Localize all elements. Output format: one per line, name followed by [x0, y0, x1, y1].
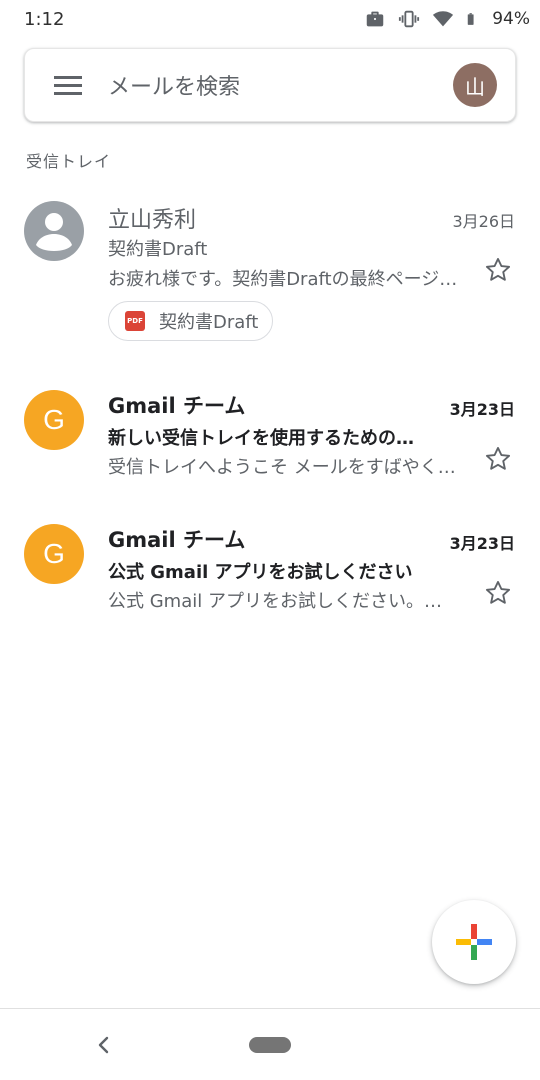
menu-button[interactable]: [45, 62, 91, 108]
inbox-section-label: 受信トレイ: [26, 152, 112, 171]
email-snippet: 公式 Gmail アプリをお試しください。…: [108, 591, 442, 612]
wifi-icon: [433, 11, 454, 27]
avatar-letter: G: [43, 538, 65, 569]
status-icons: 94%: [364, 8, 530, 30]
email-date: 3月23日: [449, 400, 515, 419]
email-date: 3月23日: [449, 534, 515, 553]
home-pill[interactable]: [249, 1037, 291, 1053]
email-sender: 立山秀利: [108, 208, 197, 233]
compose-plus-icon: [456, 924, 492, 960]
vibrate-icon: [399, 10, 420, 28]
email-snippet: お疲れ様です。契約書Draftの最終ページの…: [108, 269, 464, 290]
email-row[interactable]: 立山秀利 3月26日 契約書Draft お疲れ様です。契約書Draftの最終ペー…: [0, 194, 540, 360]
email-sender: Gmail チーム: [108, 528, 246, 552]
battery-percent: 94%: [492, 9, 530, 29]
star-icon[interactable]: [484, 445, 512, 473]
email-row[interactable]: G Gmail チーム 3月23日 新しい受信トレイを使用するための… 受信トレ…: [0, 384, 540, 484]
person-icon: [36, 213, 72, 251]
email-snippet: 受信トレイへようこそ メールをすばやく…: [108, 457, 456, 478]
email-sender: Gmail チーム: [108, 394, 246, 418]
sender-avatar[interactable]: G: [24, 524, 84, 584]
star-icon[interactable]: [484, 256, 512, 284]
pdf-icon: PDF: [125, 311, 145, 331]
battery-icon: [467, 13, 474, 25]
star-icon[interactable]: [484, 579, 512, 607]
email-subject: 公式 Gmail アプリをお試しください: [108, 562, 413, 583]
sender-avatar[interactable]: [24, 201, 84, 261]
briefcase-icon: [366, 11, 384, 27]
email-subject: 新しい受信トレイを使用するための…: [108, 428, 414, 449]
attachment-chip[interactable]: PDF 契約書Draft: [108, 301, 274, 341]
email-row[interactable]: G Gmail チーム 3月23日 公式 Gmail アプリをお試しください 公…: [0, 518, 540, 618]
compose-button[interactable]: [432, 900, 516, 984]
search-bar[interactable]: メールを検索 山: [24, 48, 516, 122]
status-time: 1:12: [24, 8, 65, 30]
attachment-name: 契約書Draft: [159, 312, 259, 333]
menu-icon: [54, 76, 82, 95]
search-input[interactable]: メールを検索: [108, 69, 453, 101]
account-avatar[interactable]: 山: [453, 63, 497, 107]
status-bar: 1:12 94%: [0, 0, 540, 38]
back-icon[interactable]: [92, 1033, 116, 1057]
navigation-bar: [0, 1008, 540, 1080]
sender-avatar[interactable]: G: [24, 390, 84, 450]
email-subject: 契約書Draft: [108, 239, 208, 260]
avatar-letter: G: [43, 404, 65, 435]
email-date: 3月26日: [452, 212, 515, 231]
